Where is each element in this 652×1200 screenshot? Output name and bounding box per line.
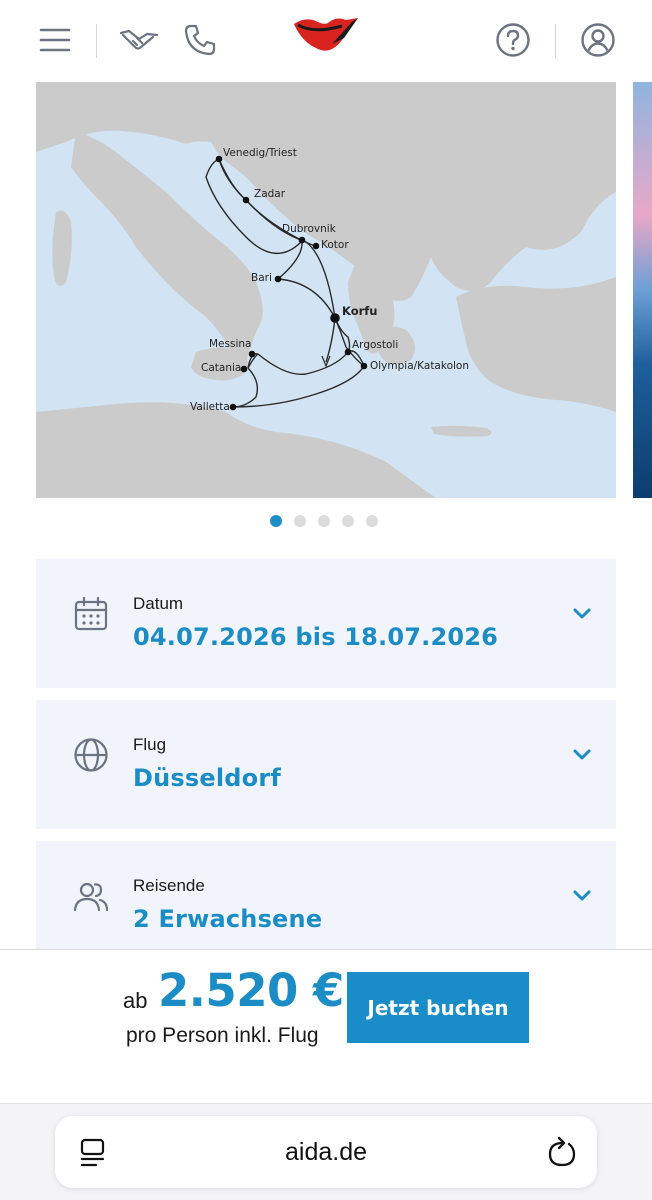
port-label: Korfu (342, 304, 378, 318)
url-text: aida.de (284, 1138, 368, 1166)
browser-toolbar: aida.de (0, 1103, 652, 1200)
header-divider (555, 24, 556, 58)
port-label: Dubrovnik (282, 223, 336, 235)
route-map-graphic (36, 82, 616, 498)
booking-bar: ab 2.520 € pro Person inkl. Flug Jetzt b… (0, 949, 652, 1103)
help-icon[interactable] (493, 20, 533, 60)
card-label: Reisende (133, 876, 205, 895)
route-map[interactable]: Venedig/Triest Zadar Dubrovnik Kotor Bar… (36, 82, 616, 498)
price-prefix: ab (123, 988, 148, 1013)
calendar-icon (72, 595, 110, 633)
handshake-icon[interactable] (119, 20, 159, 60)
phone-icon[interactable] (180, 20, 220, 60)
port-label: Venedig/Triest (223, 147, 297, 159)
carousel-dot-3[interactable] (318, 515, 330, 527)
carousel-dot-2[interactable] (294, 515, 306, 527)
carousel-dot-1[interactable] (270, 515, 282, 527)
port-label: Bari (251, 272, 272, 284)
card-value: Düsseldorf (133, 764, 282, 792)
card-label: Datum (133, 594, 184, 613)
chevron-down-icon[interactable] (572, 888, 592, 902)
port-label: Olympia/Katakolon (370, 360, 469, 372)
port-label: Argostoli (352, 339, 399, 351)
port-label: Kotor (321, 239, 349, 251)
card-value: 2 Erwachsene (133, 905, 323, 933)
next-slide-preview[interactable] (633, 82, 652, 498)
port-label: Zadar (254, 188, 286, 200)
chevron-down-icon[interactable] (572, 747, 592, 761)
port-label: Valletta (190, 401, 230, 413)
flight-selector-card[interactable]: Flug Düsseldorf (36, 700, 616, 829)
carousel-dot-4[interactable] (342, 515, 354, 527)
globe-icon (72, 736, 110, 774)
account-icon[interactable] (578, 20, 618, 60)
port-label: Messina (209, 338, 252, 350)
book-now-button[interactable]: Jetzt buchen (347, 972, 529, 1043)
price-amount: 2.520 € (158, 964, 344, 1017)
price-subline: pro Person inkl. Flug (126, 1024, 319, 1047)
chevron-down-icon[interactable] (572, 606, 592, 620)
carousel-dots (270, 515, 378, 529)
menu-icon[interactable] (35, 20, 75, 60)
top-header (0, 0, 652, 82)
carousel-dot-5[interactable] (366, 515, 378, 527)
port-label: Catania (201, 362, 242, 374)
travelers-icon (72, 877, 110, 915)
header-divider (96, 24, 97, 58)
date-selector-card[interactable]: Datum 04.07.2026 bis 18.07.2026 (36, 559, 616, 688)
card-value: 04.07.2026 bis 18.07.2026 (133, 623, 499, 651)
aida-lips-logo[interactable] (291, 16, 361, 56)
address-bar[interactable]: aida.de (55, 1116, 597, 1188)
reload-icon[interactable] (547, 1136, 577, 1172)
card-label: Flug (133, 735, 167, 754)
